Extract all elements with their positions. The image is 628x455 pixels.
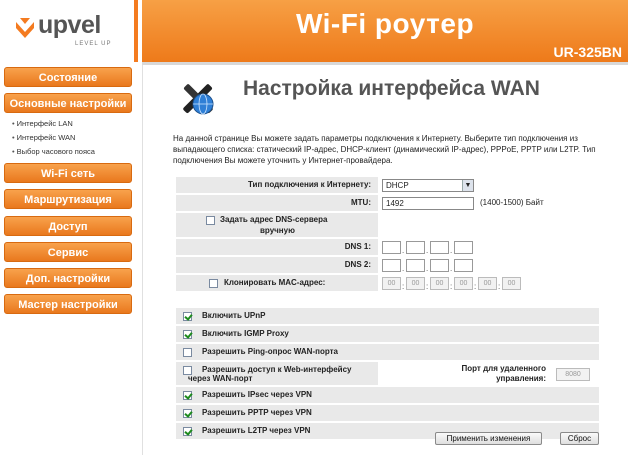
nav-access[interactable]: Доступ bbox=[4, 216, 132, 236]
mtu-row: MTU: 1492 (1400-1500) Байт bbox=[176, 195, 599, 212]
l2tp-label: Разрешить L2TP через VPN bbox=[202, 426, 311, 435]
dns2-row: DNS 2: . . . bbox=[176, 257, 599, 274]
sidebar: Состояние Основные настройки Интерфейс L… bbox=[0, 62, 138, 455]
ping-checkbox[interactable] bbox=[183, 348, 192, 357]
option-ping: Разрешить Ping-опрос WAN-порта bbox=[176, 344, 599, 361]
tools-globe-icon bbox=[183, 84, 214, 115]
nav-basic-settings[interactable]: Основные настройки bbox=[4, 93, 132, 113]
connection-type-row: Тип подключения к Интернету: DHCP ▼ bbox=[176, 177, 599, 194]
dns1-label: DNS 1: bbox=[344, 242, 371, 251]
header: upvel LEVEL UP Wi-Fi роутер UR-325BN bbox=[0, 0, 628, 65]
dns-manual-row: Задать адрес DNS-сервера вручную bbox=[176, 213, 599, 238]
clone-mac-checkbox[interactable] bbox=[209, 279, 218, 288]
mac-octet-1: 00 bbox=[382, 277, 401, 290]
pptp-checkbox[interactable] bbox=[183, 409, 192, 418]
dns1-octet-4 bbox=[454, 241, 473, 254]
nav-status[interactable]: Состояние bbox=[4, 67, 132, 87]
nav-wifi[interactable]: Wi-Fi сеть bbox=[4, 163, 132, 183]
nav-service[interactable]: Сервис bbox=[4, 242, 132, 262]
nav-wizard[interactable]: Мастер настройки bbox=[4, 294, 132, 314]
l2tp-checkbox[interactable] bbox=[183, 427, 192, 436]
mac-octet-3: 00 bbox=[430, 277, 449, 290]
dns2-octet-4 bbox=[454, 259, 473, 272]
mtu-label: MTU: bbox=[351, 198, 371, 207]
clone-mac-row: Клонировать MAC-адрес: 00 : 00 : 00 : 00… bbox=[176, 275, 599, 292]
ipsec-checkbox[interactable] bbox=[183, 391, 192, 400]
mac-octet-2: 00 bbox=[406, 277, 425, 290]
dns1-octet-2 bbox=[406, 241, 425, 254]
upnp-label: Включить UPnP bbox=[202, 311, 266, 320]
logo-text: upvel bbox=[38, 11, 101, 39]
apply-button[interactable]: Применить изменения bbox=[435, 432, 542, 445]
subnav-timezone[interactable]: Выбор часового пояса bbox=[12, 147, 95, 156]
dns1-octet-3 bbox=[430, 241, 449, 254]
dns2-octet-1 bbox=[382, 259, 401, 272]
ipsec-label: Разрешить IPsec через VPN bbox=[202, 390, 312, 399]
upnp-checkbox[interactable] bbox=[183, 312, 192, 321]
option-igmp: Включить IGMP Proxy bbox=[176, 326, 599, 343]
subnav-lan[interactable]: Интерфейс LAN bbox=[12, 119, 73, 128]
banner-title: Wi-Fi роутер bbox=[295, 8, 475, 39]
reset-button[interactable]: Сброс bbox=[560, 432, 599, 445]
logo: upvel LEVEL UP bbox=[0, 0, 138, 62]
connection-type-label: Тип подключения к Интернету: bbox=[247, 180, 371, 189]
page-title: Настройка интерфейса WAN bbox=[243, 77, 540, 100]
main-content: Настройка интерфейса WAN На данной стран… bbox=[142, 65, 628, 455]
page-description: На данной странице Вы можете задать пара… bbox=[173, 134, 596, 165]
mac-octet-4: 00 bbox=[454, 277, 473, 290]
option-upnp: Включить UPnP bbox=[176, 308, 599, 325]
option-web-access: Разрешить доступ к Web-интерфейсу через … bbox=[176, 362, 599, 386]
dns2-octet-3 bbox=[430, 259, 449, 272]
ping-label: Разрешить Ping-опрос WAN-порта bbox=[202, 347, 338, 356]
dns-manual-label-2: вручную bbox=[260, 226, 295, 235]
banner: Wi-Fi роутер UR-325BN bbox=[142, 0, 628, 62]
mac-octet-6: 00 bbox=[502, 277, 521, 290]
mtu-input[interactable]: 1492 bbox=[382, 197, 474, 210]
dns1-octet-1 bbox=[382, 241, 401, 254]
dns1-row: DNS 1: . . . bbox=[176, 239, 599, 256]
upvel-logo-icon bbox=[16, 18, 34, 38]
option-ipsec: Разрешить IPsec через VPN bbox=[176, 387, 599, 404]
nav-advanced[interactable]: Доп. настройки bbox=[4, 268, 132, 288]
dns-manual-label-1: Задать адрес DNS-сервера bbox=[220, 215, 328, 224]
web-access-label-1: Разрешить доступ к Web-интерфейсу bbox=[202, 365, 352, 374]
chevron-down-icon[interactable]: ▼ bbox=[462, 180, 473, 191]
remote-port-label-2: управления: bbox=[496, 374, 546, 383]
igmp-checkbox[interactable] bbox=[183, 330, 192, 339]
mtu-hint: (1400-1500) Байт bbox=[480, 198, 544, 207]
option-pptp: Разрешить PPTP через VPN bbox=[176, 405, 599, 422]
clone-mac-label: Клонировать MAC-адрес: bbox=[224, 278, 326, 287]
mac-octet-5: 00 bbox=[478, 277, 497, 290]
connection-type-select[interactable]: DHCP ▼ bbox=[382, 179, 474, 192]
remote-port-label-1: Порт для удаленного bbox=[461, 364, 546, 373]
dns2-label: DNS 2: bbox=[344, 260, 371, 269]
connection-type-value: DHCP bbox=[386, 181, 409, 190]
dns-manual-checkbox[interactable] bbox=[206, 216, 215, 225]
dns2-octet-2 bbox=[406, 259, 425, 272]
logo-tagline: LEVEL UP bbox=[75, 41, 112, 47]
model-name: UR-325BN bbox=[553, 44, 622, 60]
igmp-label: Включить IGMP Proxy bbox=[202, 329, 289, 338]
subnav-wan[interactable]: Интерфейс WAN bbox=[12, 133, 76, 142]
remote-port-input: 8080 bbox=[556, 368, 590, 381]
pptp-label: Разрешить PPTP через VPN bbox=[202, 408, 312, 417]
web-access-label-2: через WAN-порт bbox=[188, 374, 253, 383]
nav-routing[interactable]: Маршрутизация bbox=[4, 189, 132, 209]
